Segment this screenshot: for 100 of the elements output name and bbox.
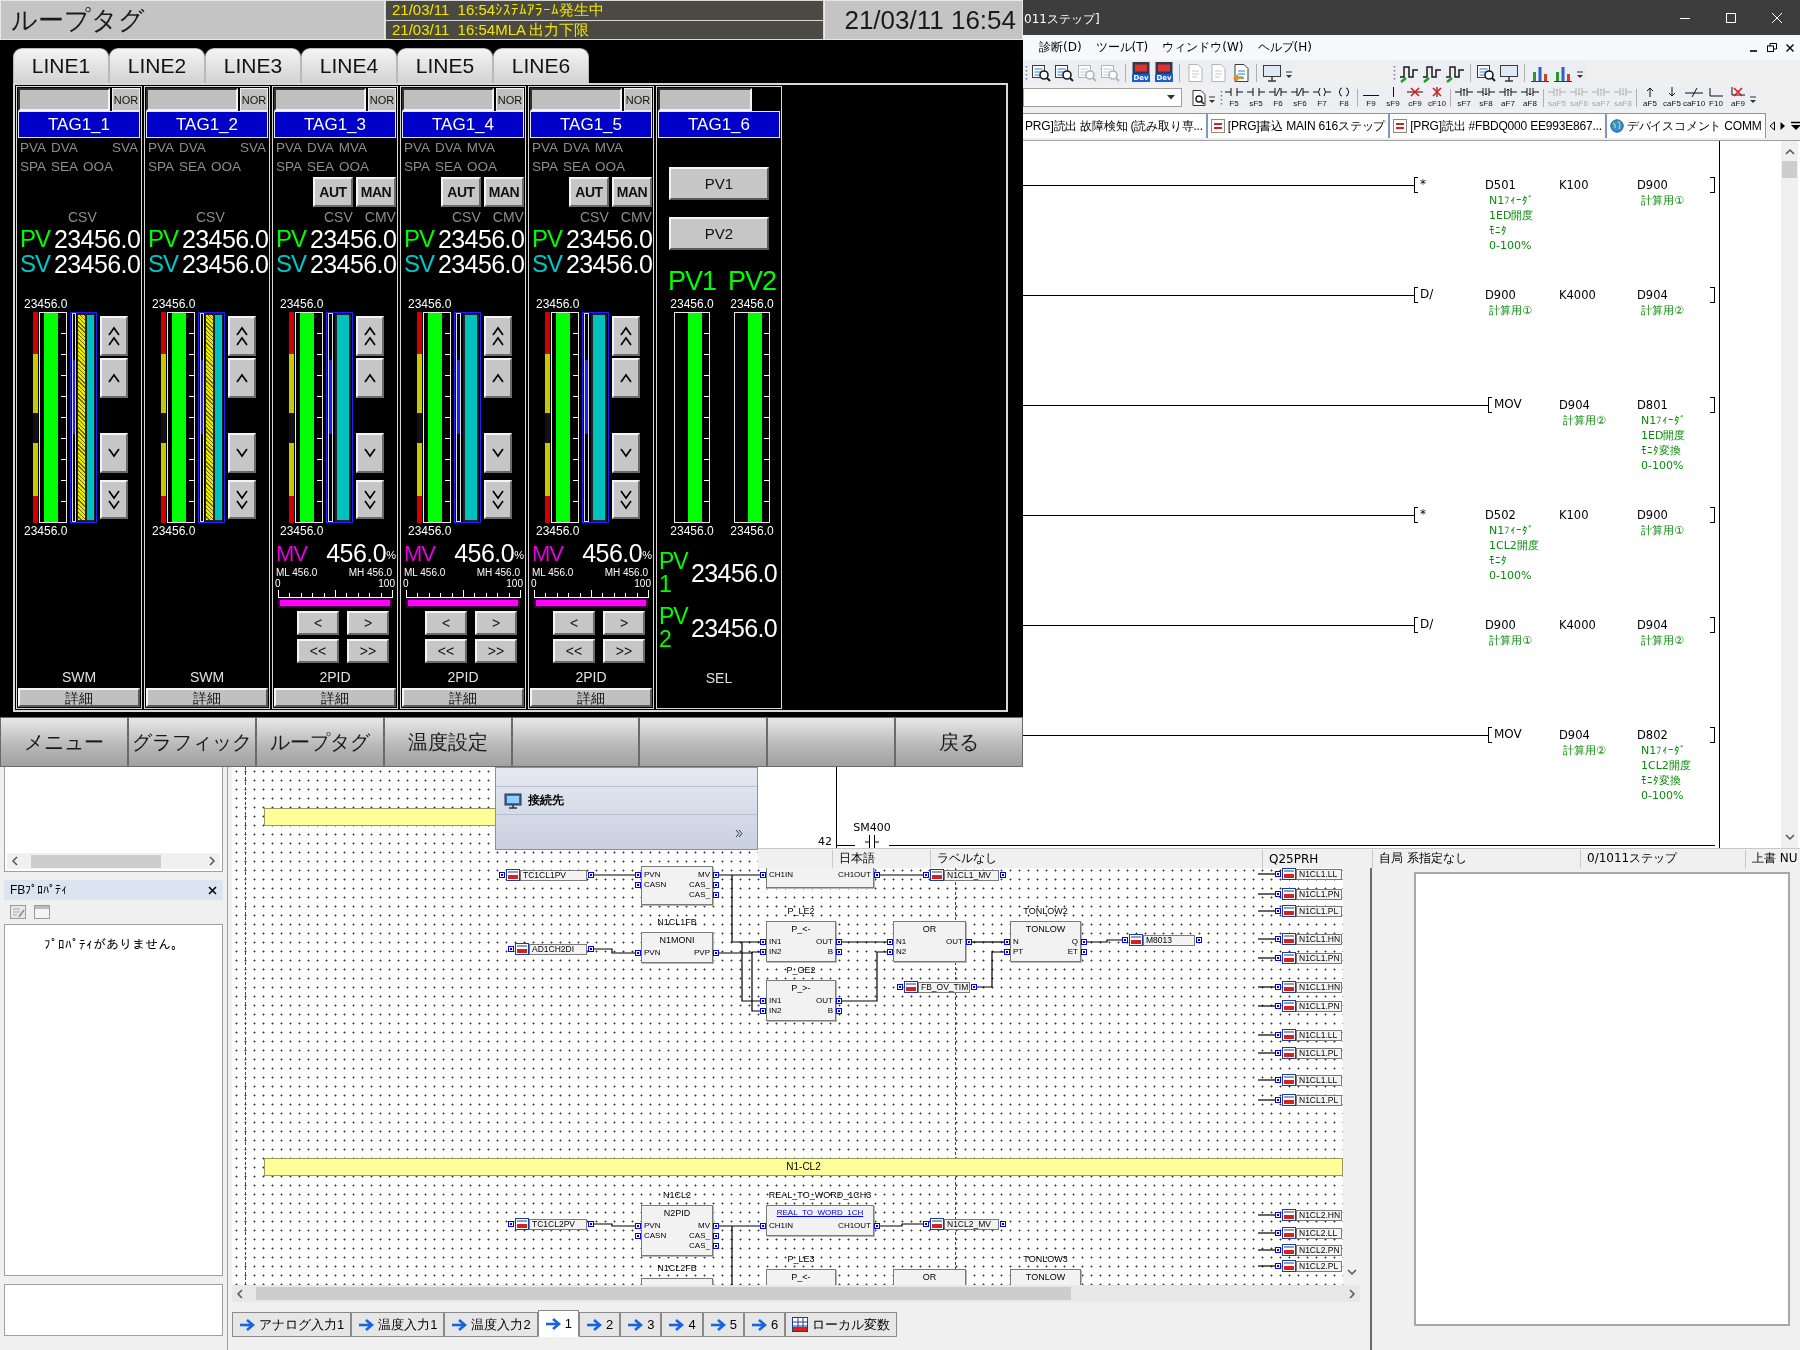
detail-button[interactable]: 詳細 [18,688,140,707]
variable-name[interactable]: N1CL1.LL [1296,1030,1342,1041]
function-block[interactable]: TONLOW N Q PT ET [1010,921,1081,962]
lower-fast-button[interactable] [612,480,640,519]
pin-icon[interactable] [760,1223,766,1229]
scroll-thumb[interactable] [31,854,161,868]
fast-right-button[interactable]: >> [347,639,389,663]
pin-icon[interactable] [713,892,719,898]
scroll-left-icon[interactable] [10,856,20,866]
ladder-symbol-button[interactable]: caF10 [1683,86,1705,109]
ladder-symbol-button[interactable]: aF7 [1497,86,1519,109]
find-document-icon[interactable] [1190,88,1208,107]
raise-fast-button[interactable] [612,316,640,356]
magnifier-icon[interactable] [1054,62,1074,83]
screen-button[interactable]: グラフィック [127,717,256,767]
pin-icon[interactable] [1275,955,1281,961]
lower-fast-button[interactable] [228,480,256,519]
menu-item[interactable]: ヘルプ(H) [1257,39,1312,56]
pin-icon[interactable] [588,872,594,878]
pin-icon[interactable] [760,998,766,1004]
fast-left-button[interactable]: << [553,639,595,663]
raise-fast-button[interactable] [228,316,256,356]
pin-icon[interactable] [836,998,842,1004]
ladder-symbol-button[interactable]: sF9 [1382,86,1404,109]
variable-name[interactable]: N1CL1_MV [944,870,999,881]
menu-item[interactable]: ウィンドウ(W) [1162,39,1244,56]
document-icon[interactable] [1231,62,1251,83]
variable-name[interactable]: N1CL1.HN [1296,982,1342,993]
variable-name[interactable]: AD1CH2DI [529,944,587,955]
function-block[interactable]: CH1IN CH1OUT [766,866,874,888]
scroll-thumb[interactable] [1782,161,1797,178]
input-select-button[interactable]: PV2 [669,217,769,250]
step-left-button[interactable]: < [297,611,339,635]
fast-left-button[interactable]: << [425,639,467,663]
variable-name[interactable]: TC1CL1PV [520,870,587,881]
scroll-up-icon[interactable] [1784,147,1795,157]
pin-icon[interactable] [1275,1077,1281,1083]
pin-icon[interactable] [499,872,505,878]
pin-icon[interactable] [1275,984,1281,990]
pin-icon[interactable] [1122,937,1128,943]
blank-button[interactable] [639,717,768,767]
ladder-symbol-button[interactable]: F8 [1333,86,1355,109]
toolbar-grip-icon[interactable] [1025,63,1028,82]
function-block[interactable]: P_<- [766,1269,836,1285]
pin-icon[interactable] [635,1233,641,1239]
pin-icon[interactable] [836,949,842,955]
step-left-button[interactable]: < [553,611,595,635]
variable-name[interactable]: N1CL1.PN [1296,1001,1342,1012]
variable-name[interactable]: N1CL2.PL [1296,1261,1342,1272]
lower-button[interactable] [100,433,128,473]
document-tab[interactable]: デバイスコメント COMM [1605,113,1766,138]
blank-button[interactable] [511,717,640,767]
variable-name[interactable]: N1CL1.LL [1296,1075,1342,1086]
maximize-icon[interactable] [1726,12,1736,23]
pin-icon[interactable] [887,949,893,955]
variable-name[interactable]: N1CL2.PN [1296,1245,1342,1256]
pin-icon[interactable] [874,872,880,878]
close-icon[interactable] [208,885,217,895]
fast-right-button[interactable]: >> [603,639,645,663]
pin-icon[interactable] [1275,1212,1281,1218]
pin-icon[interactable] [1275,908,1281,914]
mode-button[interactable]: AUT [569,177,609,207]
sheet-tab[interactable]: 2 [578,1312,621,1337]
raise-button[interactable] [612,358,640,398]
magnifier-icon[interactable] [1476,62,1496,83]
sheet-tab[interactable]: 5 [702,1312,744,1337]
fast-right-button[interactable]: >> [475,639,517,663]
scroll-right-icon[interactable] [207,856,217,866]
status-button[interactable]: NOR [240,88,268,111]
document-tab[interactable]: PRG]読出 故障検知 (読み取り専... [1021,113,1207,138]
variable-name[interactable]: N1CL1.HN [1296,934,1342,945]
monitor-icon[interactable] [1499,62,1519,83]
detail-button[interactable]: 詳細 [274,688,396,707]
close-icon[interactable] [1786,43,1794,52]
variable-name[interactable]: N1CL1.PL [1296,1048,1342,1059]
ladder-symbol-button[interactable]: aF5 [1639,86,1661,109]
lower-button[interactable] [356,433,384,473]
pin-icon[interactable] [588,946,594,952]
blank-button[interactable] [767,717,896,767]
ladder-symbol-button[interactable]: sF6 [1289,86,1311,109]
raise-button[interactable] [356,358,384,398]
lower-fast-button[interactable] [100,480,128,519]
variable-name[interactable]: N1CL1.PL [1296,1095,1342,1106]
pin-icon[interactable] [508,1221,514,1227]
variable-name[interactable]: N1CL2_MV [944,1219,999,1230]
pin-icon[interactable] [635,872,641,878]
pin-icon[interactable] [760,872,766,878]
scroll-thumb[interactable] [256,1287,1071,1300]
function-block[interactable]: OR N1 OUT N2 [893,921,966,962]
ladder-symbol-button[interactable]: sF8 [1475,86,1497,109]
screen-button[interactable]: ループタグ [255,717,384,767]
pin-icon[interactable] [1275,1032,1281,1038]
ladder-symbol-button[interactable]: sF7 [1453,86,1475,109]
monitor-icon[interactable] [1262,62,1282,83]
pin-icon[interactable] [713,1243,719,1249]
raise-fast-button[interactable] [356,316,384,356]
lower-button[interactable] [612,433,640,473]
status-button[interactable]: NOR [368,88,396,111]
raise-button[interactable] [100,358,128,398]
pin-icon[interactable] [874,1223,880,1229]
